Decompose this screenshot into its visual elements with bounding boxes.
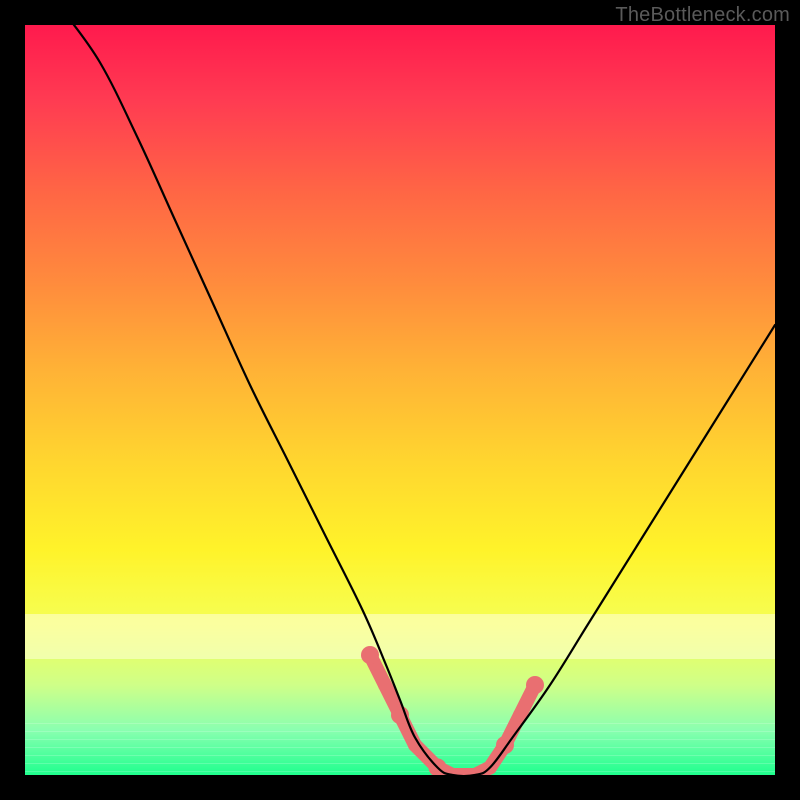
marker-group <box>361 646 544 775</box>
plot-area <box>25 25 775 775</box>
chart-frame: TheBottleneck.com <box>0 0 800 800</box>
watermark-text: TheBottleneck.com <box>615 4 790 27</box>
marker-dot <box>361 646 379 664</box>
curve-layer <box>25 25 775 775</box>
marker-dot <box>526 676 544 694</box>
bottleneck-curve-path <box>63 25 776 775</box>
